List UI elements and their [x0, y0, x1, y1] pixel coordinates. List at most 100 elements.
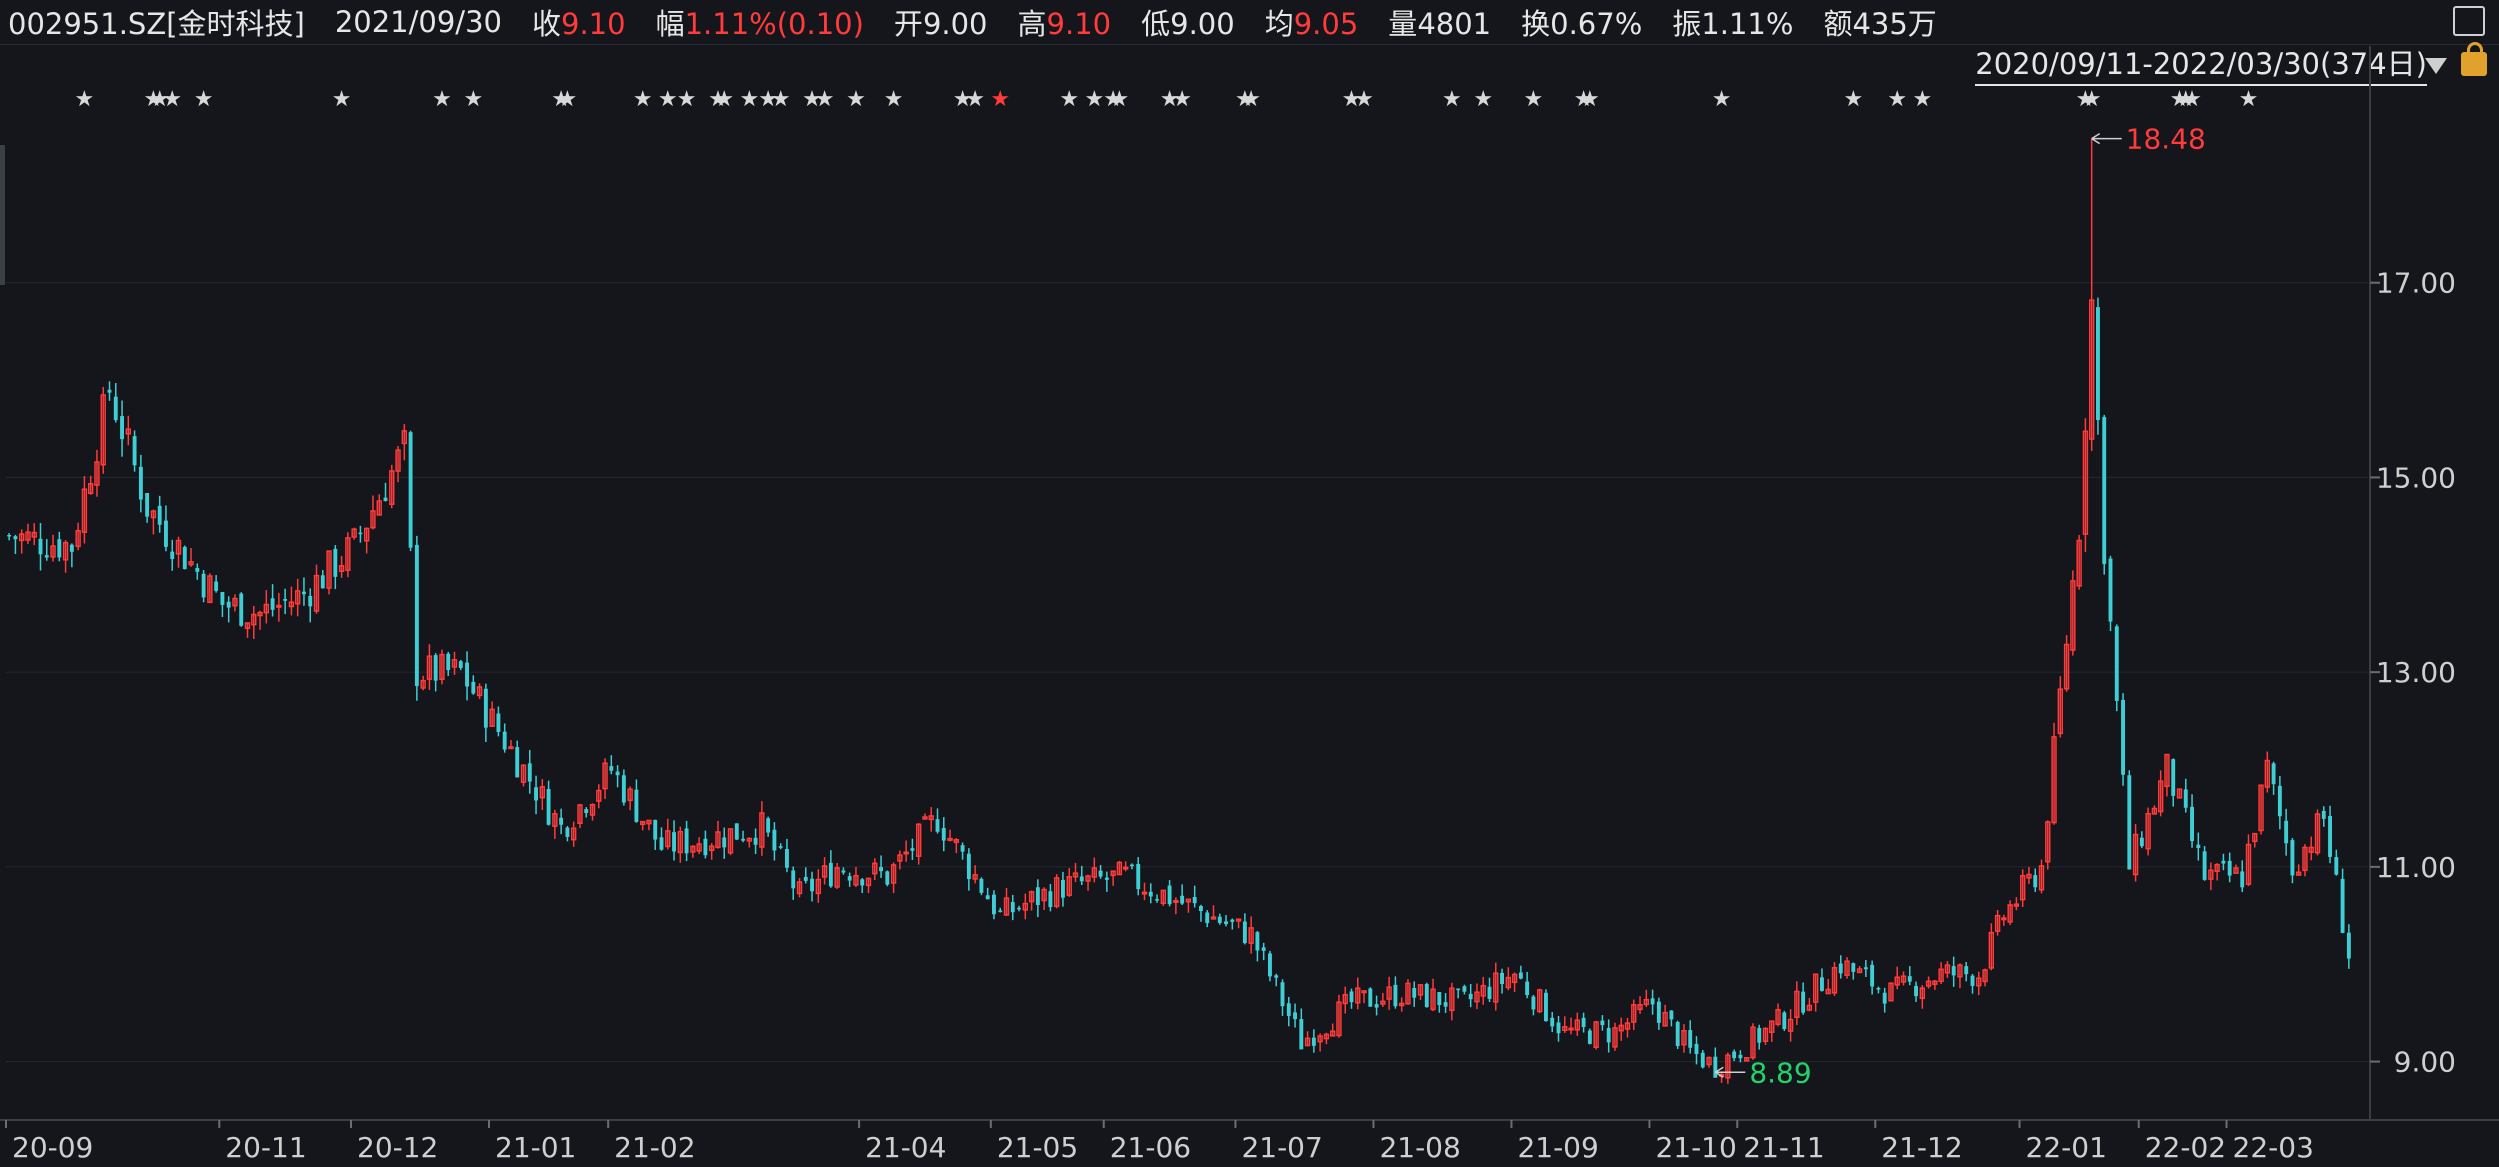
candle: [1028, 890, 1035, 911]
candle: [1738, 1050, 1743, 1063]
candle: [370, 495, 376, 530]
candle-body: [2121, 699, 2125, 775]
candle-body: [659, 837, 664, 850]
event-star-icon: ★: [965, 87, 985, 112]
candle: [602, 758, 608, 799]
candle: [125, 415, 132, 446]
candle: [2183, 778, 2188, 813]
candle-body: [1130, 864, 1134, 867]
candle: [358, 525, 363, 543]
candle: [615, 765, 620, 788]
candle: [1806, 997, 1813, 1012]
candle-body: [446, 653, 451, 671]
candle: [439, 649, 445, 685]
candle-body: [1964, 966, 1969, 975]
candle: [138, 454, 143, 513]
candle-body: [7, 534, 12, 537]
event-star-icon: ★: [463, 87, 483, 112]
event-star-icon: ★: [1241, 87, 1261, 112]
candle-body: [1656, 1001, 1661, 1023]
x-tick-label: 21-04: [865, 1131, 946, 1164]
candle-body: [1280, 982, 1285, 1007]
candle-body: [1035, 887, 1040, 906]
candle: [860, 878, 865, 894]
candle: [239, 592, 244, 627]
annotations: 18.48 8.89: [1714, 123, 2206, 1089]
candle: [408, 430, 413, 552]
candle: [1224, 915, 1228, 927]
candle: [2302, 844, 2308, 877]
candle-body: [791, 870, 796, 889]
candle: [627, 786, 633, 811]
candle: [708, 843, 715, 860]
candle: [157, 495, 162, 533]
candle-body: [1017, 907, 1021, 910]
candle: [451, 651, 458, 675]
candle: [1624, 1017, 1631, 1038]
candle: [1743, 1057, 1750, 1062]
candle-body: [1732, 1051, 1737, 1059]
kline-chart[interactable]: ★ ★★★ ★ ★ ★ ★ ★★ ★ ★ ★ ★★ ★ ★★ ★★ ★ ★ ★★ ★ ★ ★ ★★ ★★ ★★ ★★ ★ ★ ★ ★★…: [0, 0, 2499, 1167]
candle: [2308, 836, 2314, 861]
candle: [972, 865, 978, 884]
candle: [634, 779, 639, 823]
candle: [81, 476, 88, 544]
event-star-icon: ★: [771, 87, 791, 112]
event-star-icon: ★: [332, 87, 352, 112]
candle-body: [1468, 993, 1473, 1000]
candle-body: [1192, 897, 1197, 904]
candle: [2277, 776, 2282, 830]
candle: [1199, 904, 1203, 922]
candle-body: [107, 389, 112, 393]
candle: [389, 464, 395, 509]
candle: [1104, 871, 1109, 892]
candle: [672, 820, 676, 861]
candle: [2063, 635, 2070, 692]
candle-body: [270, 598, 275, 610]
candle: [2082, 418, 2089, 553]
event-star-icon: ★: [815, 87, 835, 112]
candle-body: [2221, 860, 2226, 864]
candle: [1500, 968, 1504, 994]
candle: [2132, 823, 2139, 882]
x-tick-label: 21-01: [495, 1131, 576, 1164]
candle-body: [559, 817, 564, 825]
candle: [872, 858, 878, 881]
candle: [1988, 923, 1995, 971]
x-tick-label: 22-01: [2026, 1131, 2107, 1164]
candle: [2164, 753, 2170, 797]
candle: [270, 584, 275, 617]
candle: [1468, 984, 1473, 1008]
candle-body: [408, 432, 413, 548]
candle: [1329, 1023, 1336, 1037]
candle-body: [910, 848, 915, 851]
candle: [1662, 1004, 1668, 1027]
candle-body: [2108, 558, 2113, 622]
candle-body: [515, 747, 520, 778]
candle: [1844, 957, 1850, 979]
candle: [778, 843, 783, 850]
candle: [75, 522, 81, 551]
candle: [1136, 857, 1141, 896]
candle: [810, 871, 814, 902]
candle: [220, 591, 225, 617]
candle: [13, 534, 18, 554]
candle-body: [2183, 789, 2188, 808]
candle: [1361, 990, 1367, 1004]
event-star-icon: ★: [1887, 87, 1907, 112]
event-star-icon: ★: [1843, 87, 1863, 112]
y-tick-label: 15.00: [2376, 461, 2456, 494]
candle-body: [1782, 1012, 1787, 1030]
candle: [1775, 1003, 1781, 1027]
candle: [1185, 898, 1192, 913]
candle: [2013, 897, 2020, 911]
event-star-icon: ★: [2182, 87, 2202, 112]
candle: [1964, 962, 1969, 982]
candle: [120, 400, 124, 457]
candle: [947, 829, 953, 842]
candle: [1336, 994, 1342, 1038]
candle: [1048, 883, 1053, 912]
candle-body: [113, 396, 118, 421]
candle-body: [1224, 921, 1228, 925]
candle: [1217, 913, 1222, 925]
